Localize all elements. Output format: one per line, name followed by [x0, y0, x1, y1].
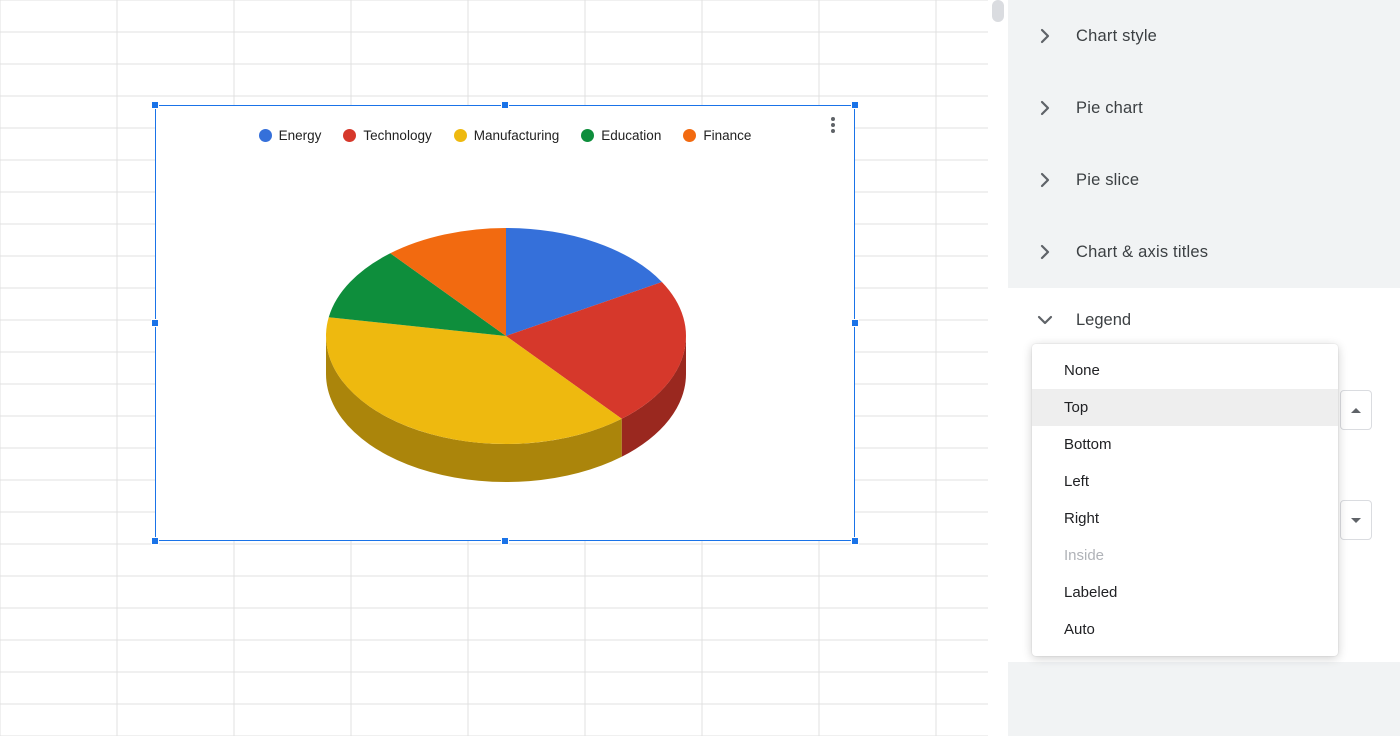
resize-handle-nw[interactable]	[151, 101, 159, 109]
section-label: Pie chart	[1076, 99, 1143, 118]
legend-item[interactable]: Technology	[343, 128, 431, 143]
chevron-down-icon	[1036, 311, 1054, 329]
legend-item[interactable]: Finance	[683, 128, 751, 143]
resize-handle-w[interactable]	[151, 319, 159, 327]
legend-position-option[interactable]: Bottom	[1032, 426, 1338, 463]
legend-dot-icon	[683, 129, 696, 142]
vertical-scrollbar[interactable]	[988, 0, 1008, 736]
legend-item-label: Technology	[363, 128, 431, 143]
chart-editor-sidebar: Chart style Pie chart Pie slice Chart & …	[1008, 0, 1400, 736]
resize-handle-ne[interactable]	[851, 101, 859, 109]
spreadsheet-area[interactable]: Energy Technology Manufacturing Education Fi…	[0, 0, 988, 736]
pie-chart	[316, 186, 696, 516]
chevron-right-icon	[1036, 27, 1054, 45]
legend-position-option[interactable]: Top	[1032, 389, 1338, 426]
section-legend-header[interactable]: Legend	[1008, 288, 1400, 352]
resize-handle-s[interactable]	[501, 537, 509, 545]
legend-dot-icon	[259, 129, 272, 142]
legend-position-select[interactable]	[1340, 390, 1372, 430]
resize-handle-se[interactable]	[851, 537, 859, 545]
legend-item[interactable]: Manufacturing	[454, 128, 560, 143]
legend-item-label: Education	[601, 128, 661, 143]
legend-dot-icon	[343, 129, 356, 142]
section-label: Pie slice	[1076, 171, 1139, 190]
caret-down-icon	[1351, 518, 1361, 523]
section-pie-slice[interactable]: Pie slice	[1008, 144, 1400, 216]
legend-position-option: Inside	[1032, 537, 1338, 574]
section-label: Chart & axis titles	[1076, 243, 1208, 262]
legend-position-option[interactable]: Labeled	[1032, 574, 1338, 611]
legend-position-option[interactable]: Left	[1032, 463, 1338, 500]
legend-position-dropdown: NoneTopBottomLeftRightInsideLabeledAuto	[1032, 344, 1338, 656]
legend-item-label: Energy	[279, 128, 322, 143]
chevron-right-icon	[1036, 243, 1054, 261]
legend-dot-icon	[581, 129, 594, 142]
legend-position-option[interactable]: Right	[1032, 500, 1338, 537]
chevron-right-icon	[1036, 171, 1054, 189]
legend-item[interactable]: Energy	[259, 128, 322, 143]
legend-item[interactable]: Education	[581, 128, 661, 143]
scrollbar-thumb[interactable]	[992, 0, 1004, 22]
legend-item-label: Manufacturing	[474, 128, 560, 143]
section-pie-chart[interactable]: Pie chart	[1008, 72, 1400, 144]
resize-handle-e[interactable]	[851, 319, 859, 327]
caret-up-icon	[1351, 408, 1361, 413]
legend-item-label: Finance	[703, 128, 751, 143]
resize-handle-sw[interactable]	[151, 537, 159, 545]
legend-dot-icon	[454, 129, 467, 142]
section-chart-style[interactable]: Chart style	[1008, 0, 1400, 72]
chevron-right-icon	[1036, 99, 1054, 117]
legend-position-option[interactable]: None	[1032, 352, 1338, 389]
section-chart-axis-titles[interactable]: Chart & axis titles	[1008, 216, 1400, 288]
section-label: Chart style	[1076, 27, 1157, 46]
resize-handle-n[interactable]	[501, 101, 509, 109]
legend-font-select[interactable]	[1340, 500, 1372, 540]
legend-position-option[interactable]: Auto	[1032, 611, 1338, 648]
chart-object[interactable]: Energy Technology Manufacturing Education Fi…	[155, 105, 855, 541]
section-label: Legend	[1076, 311, 1131, 330]
chart-legend: Energy Technology Manufacturing Education Fi…	[156, 128, 854, 143]
